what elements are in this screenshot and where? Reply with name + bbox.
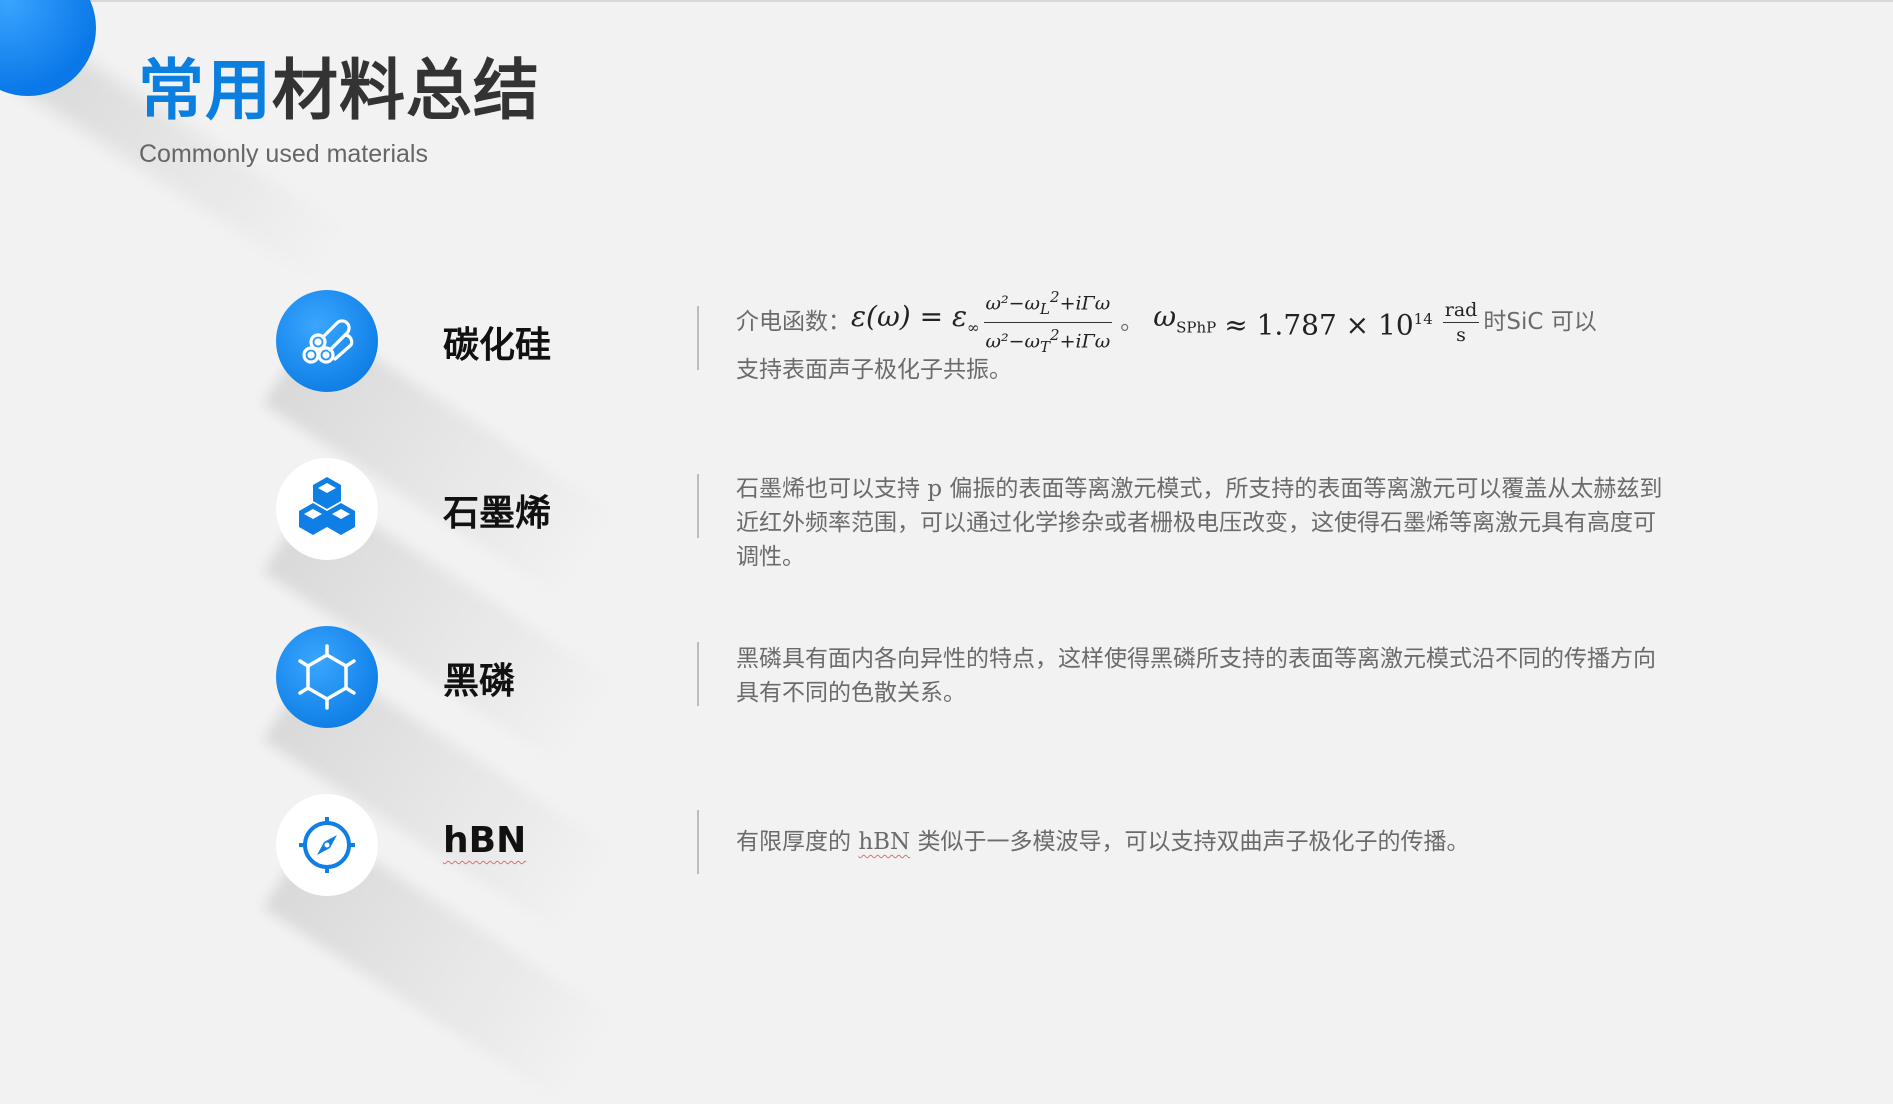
- top-border: [0, 0, 1893, 2]
- hbn-term: hBN: [858, 829, 911, 855]
- formula-fraction: ω²−ωL2+iΓω ω²−ωT2+iΓω: [983, 285, 1113, 358]
- material-description: 黑磷具有面内各向异性的特点，这样使得黑磷所支持的表面等离激元模式沿不同的传播方向…: [736, 646, 1656, 706]
- formula-value: ≈ 1.787 × 1014: [1224, 308, 1433, 342]
- page-title: 常用材料总结: [138, 58, 540, 124]
- material-row-black-phosphorus: 黑磷 黑磷具有面内各向异性的特点，这样使得黑磷所支持的表面等离激元模式沿不同的传…: [0, 618, 1893, 937]
- formula-lhs: ε(ω) = ε∞: [851, 299, 980, 337]
- page-title-main: 材料总结: [272, 52, 540, 129]
- compass-icon: [299, 817, 355, 873]
- row-divider: [697, 474, 699, 538]
- icon-circle: [276, 794, 378, 896]
- icon-circle: [276, 458, 378, 560]
- desc-line-2: 支持表面声子极化子共振。: [736, 357, 1012, 383]
- formula-unit: rad s: [1442, 298, 1480, 346]
- row-divider: [697, 642, 699, 706]
- hexagon-cubes-icon: [299, 477, 355, 535]
- logs-icon: [302, 319, 354, 364]
- formula-omega: ωSPhP: [1153, 299, 1217, 337]
- icon-circle: [276, 626, 378, 728]
- dielectric-formula-line: 介电函数： ε(ω) = ε∞ ω²−ωL2+iΓω ω²−ωT2+iΓω 。 …: [736, 288, 1666, 355]
- row-divider: [697, 810, 699, 874]
- material-row-graphene: 石墨烯 石墨烯也可以支持 p 偏振的表面等离激元模式，所支持的表面等离激元可以覆…: [0, 450, 1893, 769]
- polarization-symbol: p: [927, 476, 943, 502]
- hexagon-molecule-icon: [298, 644, 356, 710]
- material-description: 石墨烯也可以支持 p 偏振的表面等离激元模式，所支持的表面等离激元可以覆盖从太赫…: [736, 476, 1663, 570]
- material-description: 有限厚度的 hBN 类似于一多模波导，可以支持双曲声子极化子的传播。: [736, 829, 1470, 855]
- page-subtitle: Commonly used materials: [139, 140, 428, 168]
- material-name: hBN: [443, 820, 527, 861]
- material-description: 介电函数： ε(ω) = ε∞ ω²−ωL2+iΓω ω²−ωT2+iΓω 。 …: [736, 288, 1666, 387]
- material-name: 石墨烯: [443, 493, 552, 534]
- material-name: 黑磷: [443, 661, 516, 702]
- desc-mid: 。: [1120, 309, 1144, 335]
- icon-circle: [276, 290, 378, 392]
- row-divider: [697, 306, 699, 370]
- material-row-sic: 碳化硅 介电函数： ε(ω) = ε∞ ω²−ωL2+iΓω ω²−ωT2+iΓ…: [0, 282, 1893, 601]
- material-name: 碳化硅: [443, 325, 552, 366]
- material-row-hbn: hBN 有限厚度的 hBN 类似于一多模波导，可以支持双曲声子极化子的传播。: [0, 786, 1893, 1104]
- desc-prefix: 介电函数：: [736, 309, 851, 335]
- page-title-accent: 常用: [138, 52, 272, 129]
- formula-numerator: ω²−ωL2+iΓω: [983, 285, 1113, 323]
- desc-suffix: 时SiC 可以: [1483, 309, 1597, 335]
